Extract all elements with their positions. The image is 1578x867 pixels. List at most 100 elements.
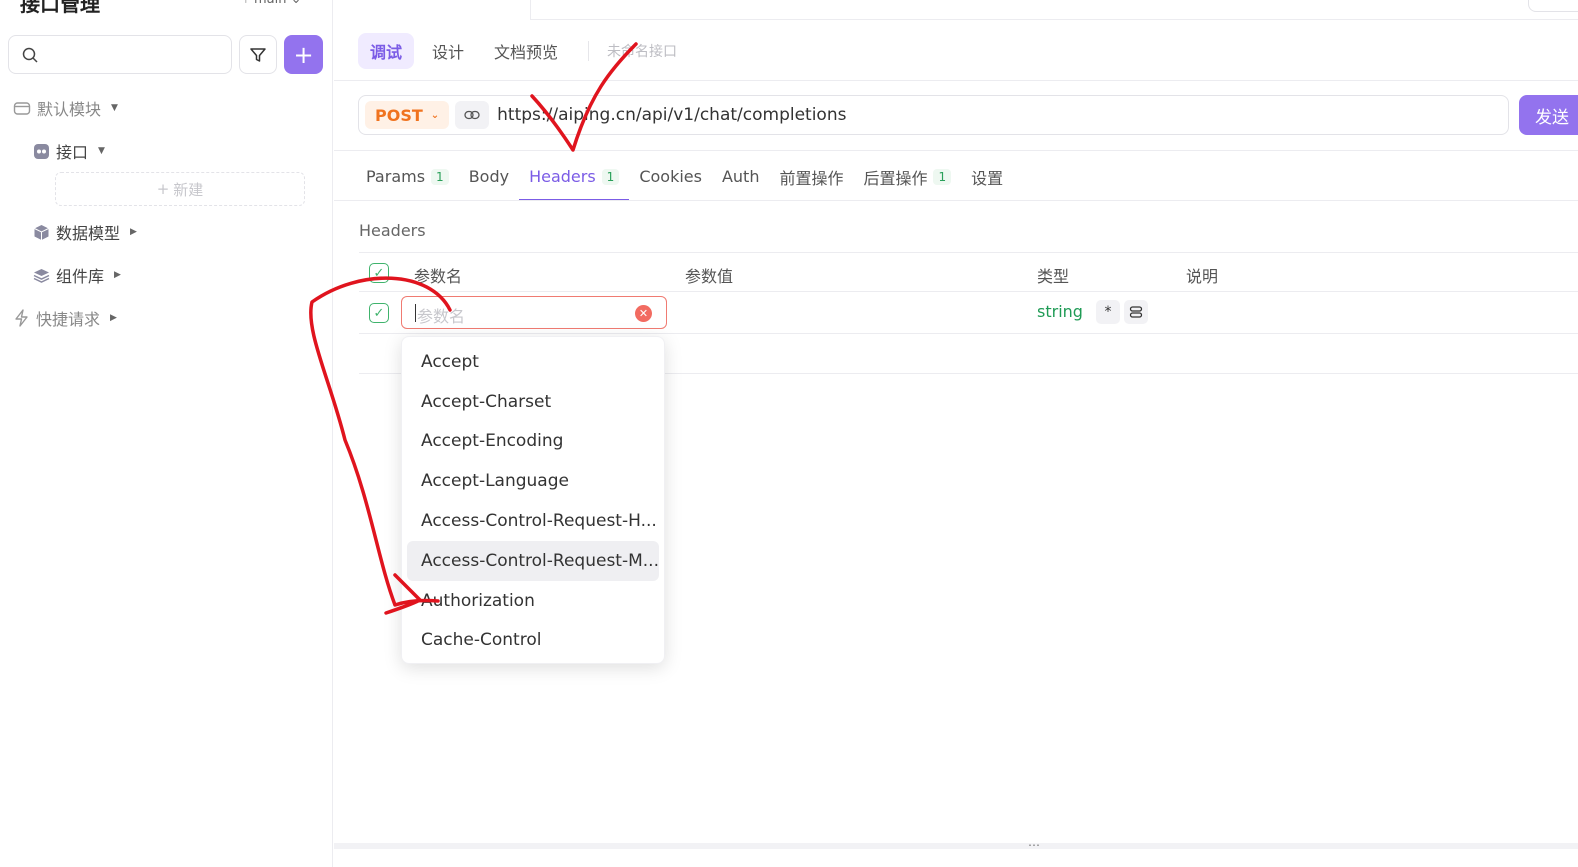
top-right-control[interactable] bbox=[1528, 0, 1578, 12]
lightning-icon bbox=[15, 309, 28, 327]
url-input[interactable]: https://aiping.cn/api/v1/chat/completion… bbox=[497, 105, 846, 125]
count-badge: 1 bbox=[601, 168, 620, 185]
tab-doc-preview[interactable]: 文档预览 bbox=[482, 33, 570, 69]
new-interface-button[interactable]: + 新建 bbox=[55, 172, 305, 206]
table-row: ✓ 参数名 ✕ string * bbox=[359, 292, 1578, 334]
plus-icon: + bbox=[156, 180, 170, 198]
search-input[interactable] bbox=[8, 35, 232, 74]
tab-body[interactable]: Body bbox=[459, 152, 519, 201]
clear-icon[interactable]: ✕ bbox=[635, 305, 652, 322]
tab-label: 后置操作 bbox=[863, 168, 928, 188]
suggestion-item[interactable]: Accept-Language bbox=[407, 461, 659, 501]
tab-settings[interactable]: 设置 bbox=[961, 152, 1013, 201]
filter-icon bbox=[250, 47, 266, 62]
tree-item-data-models[interactable]: 数据模型 ▶ bbox=[33, 220, 137, 244]
column-header: 参数名 bbox=[414, 267, 463, 286]
top-tab-strip bbox=[530, 0, 1578, 20]
suggestion-item[interactable]: Accept-Encoding bbox=[407, 422, 659, 462]
suggestion-item[interactable]: Cache-Control bbox=[407, 621, 659, 661]
api-icon bbox=[34, 143, 49, 159]
divider bbox=[334, 150, 1578, 151]
new-label: 新建 bbox=[173, 180, 204, 199]
divider bbox=[334, 80, 1578, 81]
folder-icon bbox=[13, 102, 31, 115]
chevron-down-icon: ⌄ bbox=[430, 109, 440, 121]
tree-item-label: 默认模块 bbox=[37, 100, 102, 119]
tab-label: 设置 bbox=[971, 168, 1004, 188]
tab-auth[interactable]: Auth bbox=[712, 152, 770, 201]
tree-item-label: 组件库 bbox=[56, 267, 105, 286]
tree-item-quick-requests[interactable]: 快捷请求 ▶ bbox=[13, 306, 117, 330]
suggestion-item[interactable]: Accept bbox=[407, 342, 659, 382]
required-toggle[interactable]: * bbox=[1096, 300, 1120, 324]
branch-label: main bbox=[254, 0, 286, 7]
branch-icon: ⑂ bbox=[242, 0, 250, 7]
check-icon: ✓ bbox=[373, 265, 385, 281]
filter-button[interactable] bbox=[239, 35, 277, 74]
caret-down-icon: ▼ bbox=[111, 103, 118, 113]
suggestion-item-hovered[interactable]: Access-Control-Request-M... bbox=[407, 540, 659, 581]
tab-pre-actions[interactable]: 前置操作 bbox=[769, 152, 853, 201]
tab-label: 前置操作 bbox=[779, 168, 844, 188]
count-badge: 1 bbox=[431, 168, 449, 185]
search-icon bbox=[22, 47, 38, 63]
link-button[interactable] bbox=[455, 101, 490, 129]
tab-design[interactable]: 设计 bbox=[420, 33, 476, 69]
caret-down-icon: ▼ bbox=[98, 146, 105, 156]
divider bbox=[588, 41, 590, 61]
check-icon: ✓ bbox=[373, 305, 385, 321]
tab-label: Headers bbox=[529, 167, 596, 186]
caret-right-icon: ▶ bbox=[114, 270, 121, 280]
header-suggestions-dropdown: Accept Accept-Charset Accept-Encoding Ac… bbox=[401, 336, 665, 664]
method-label: POST bbox=[375, 105, 423, 125]
row-checkbox[interactable]: ✓ bbox=[369, 303, 389, 323]
sliders-icon bbox=[1129, 306, 1143, 318]
suggestion-item[interactable]: Access-Control-Request-H... bbox=[407, 501, 659, 541]
request-tabs: Params 1 Body Headers 1 Cookies Auth 前置操作 … bbox=[356, 152, 1013, 201]
table-header: ✓ 参数名 参数值 类型 说明 bbox=[359, 252, 1578, 292]
sidebar-title: 接口管理 bbox=[20, 0, 100, 16]
text-cursor bbox=[415, 304, 416, 322]
branch-selector[interactable]: ⑂ main ⌄ bbox=[242, 0, 301, 7]
mode-tabs: 调试 设计 文档预览 未命名接口 bbox=[358, 33, 677, 69]
add-button[interactable]: + bbox=[284, 35, 323, 74]
caret-right-icon: ▶ bbox=[130, 227, 137, 237]
count-badge: 1 bbox=[933, 168, 952, 185]
divider bbox=[334, 200, 1578, 201]
settings-button[interactable] bbox=[1124, 300, 1148, 324]
tab-label: Auth bbox=[721, 167, 760, 186]
resize-bar[interactable] bbox=[334, 843, 1578, 849]
suggestion-item[interactable]: Authorization bbox=[407, 581, 659, 621]
chevron-down-icon: ⌄ bbox=[291, 0, 302, 7]
tab-label: Params bbox=[366, 167, 426, 186]
tab-post-actions[interactable]: 后置操作 1 bbox=[853, 152, 961, 201]
column-header: 参数值 bbox=[685, 267, 734, 286]
suggestion-item[interactable]: Accept-Charset bbox=[407, 382, 659, 422]
tab-headers[interactable]: Headers 1 bbox=[519, 152, 630, 201]
param-type[interactable]: string bbox=[1037, 302, 1083, 321]
api-name-input[interactable]: 未命名接口 bbox=[607, 41, 677, 61]
tree-item-label: 数据模型 bbox=[56, 224, 121, 243]
column-header: 说明 bbox=[1186, 267, 1219, 286]
layers-icon bbox=[33, 268, 50, 283]
caret-right-icon: ▶ bbox=[110, 313, 117, 323]
tree-item-default-module[interactable]: 默认模块 ▼ bbox=[13, 96, 118, 120]
tree-item-components[interactable]: 组件库 ▶ bbox=[33, 263, 121, 287]
send-button[interactable]: 发送 bbox=[1519, 95, 1578, 135]
sidebar: 接口管理 ⑂ main ⌄ + 默认模块 ▼ 接口 ▼ + 新建 数据模型 ▶ … bbox=[0, 0, 333, 867]
tab-cookies[interactable]: Cookies bbox=[629, 152, 712, 201]
tab-params[interactable]: Params 1 bbox=[356, 152, 459, 201]
tree-item-label: 快捷请求 bbox=[36, 310, 101, 329]
link-icon bbox=[464, 110, 480, 120]
param-name-placeholder: 参数名 bbox=[417, 307, 466, 326]
tree-item-label: 接口 bbox=[56, 143, 89, 162]
method-select[interactable]: POST ⌄ bbox=[365, 101, 450, 129]
tab-debug[interactable]: 调试 bbox=[358, 33, 415, 69]
column-header: 类型 bbox=[1037, 267, 1070, 286]
cube-icon bbox=[34, 224, 49, 240]
tree-item-interfaces[interactable]: 接口 ▼ bbox=[33, 139, 105, 163]
section-title: Headers bbox=[359, 221, 426, 240]
drag-handle[interactable]: ⋯ bbox=[1028, 838, 1041, 852]
param-name-input[interactable]: 参数名 ✕ bbox=[401, 296, 667, 329]
select-all-checkbox[interactable]: ✓ bbox=[369, 263, 389, 283]
